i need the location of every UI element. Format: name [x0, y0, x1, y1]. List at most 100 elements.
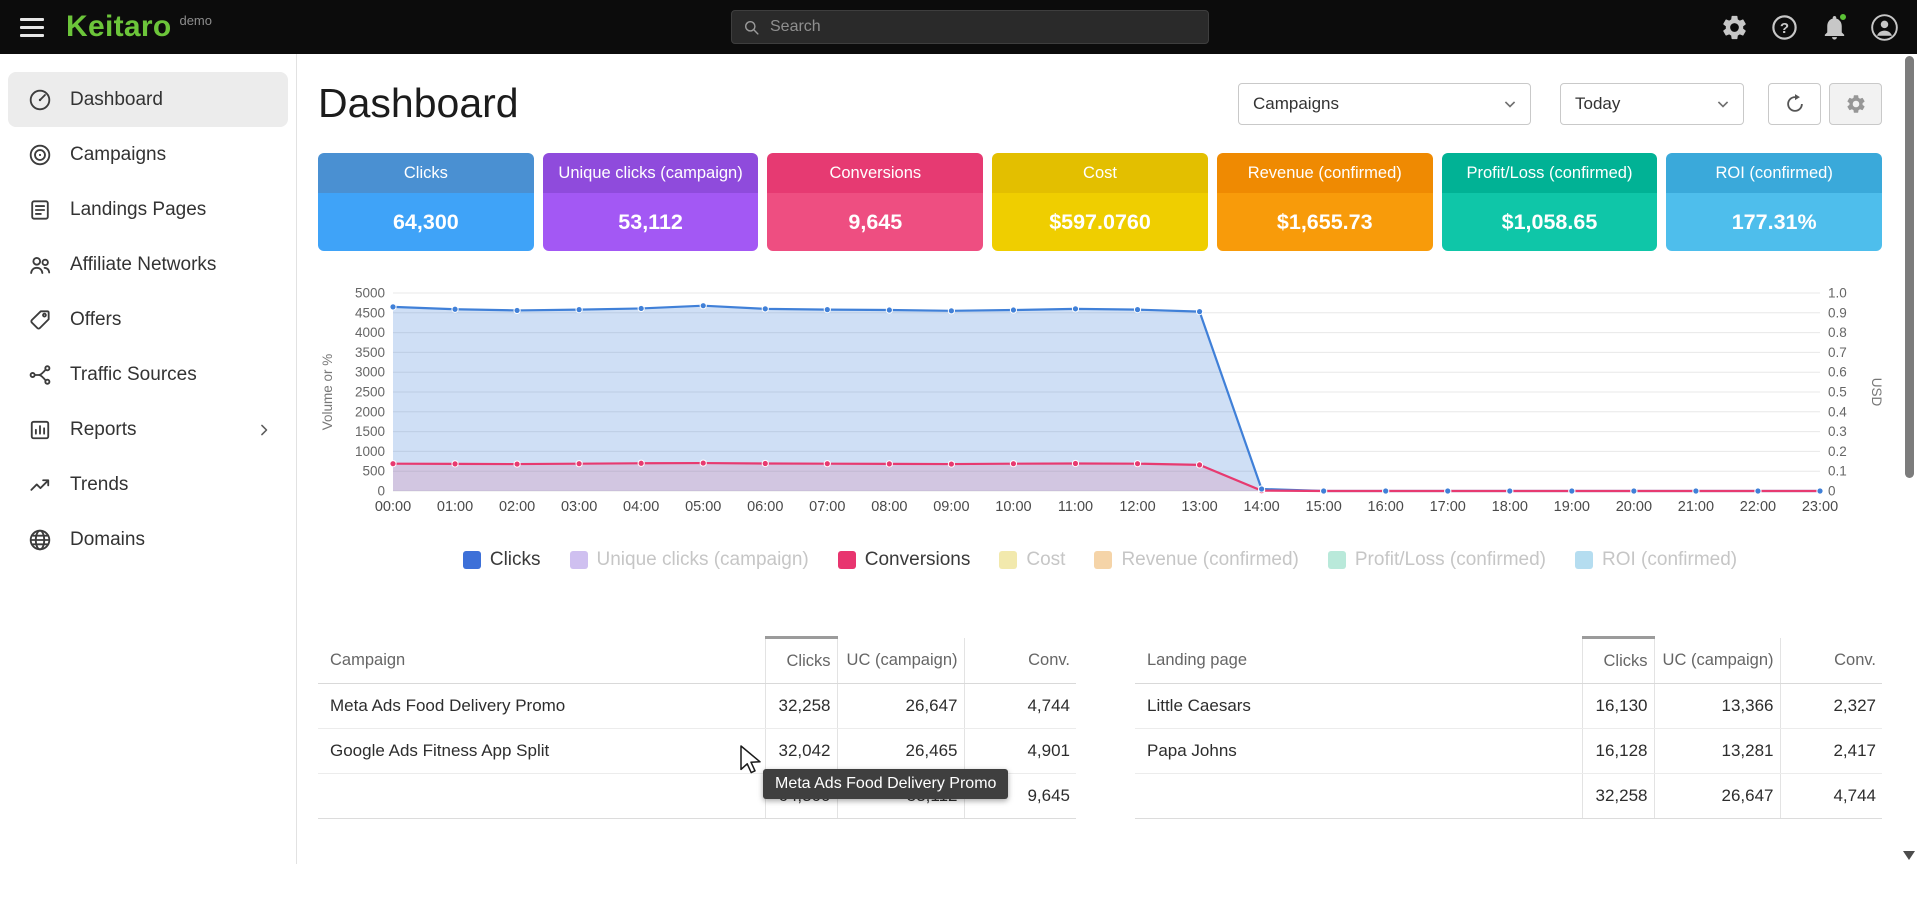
metric-cards: Clicks 64,300 Unique clicks (campaign) 5…	[318, 153, 1882, 251]
scrollbar-thumb[interactable]	[1905, 56, 1914, 478]
campaign-row[interactable]: Google Ads Fitness App Split 32,042 26,4…	[318, 729, 1076, 774]
landing-name-cell[interactable]: Papa Johns	[1135, 729, 1582, 774]
metric-card-revenue[interactable]: Revenue (confirmed) $1,655.73	[1217, 153, 1433, 251]
campaign-clicks-cell: 32,258	[765, 684, 837, 729]
global-search[interactable]	[731, 10, 1209, 44]
metric-card-conversions[interactable]: Conversions 9,645	[767, 153, 983, 251]
sidebar-item-landings-pages[interactable]: Landings Pages	[8, 182, 288, 237]
svg-text:0.8: 0.8	[1828, 325, 1847, 340]
date-range-select[interactable]: Today	[1560, 83, 1744, 125]
svg-text:3000: 3000	[355, 365, 385, 380]
help-button[interactable]: ?	[1770, 13, 1799, 42]
totals-empty-cell	[318, 774, 765, 819]
metric-card-roi[interactable]: ROI (confirmed) 177.31%	[1666, 153, 1882, 251]
metric-card-profit-loss[interactable]: Profit/Loss (confirmed) $1,058.65	[1442, 153, 1658, 251]
notifications-button[interactable]	[1820, 13, 1849, 42]
search-input[interactable]	[770, 18, 1198, 36]
keitaro-logo[interactable]: Keitaro demo	[66, 12, 212, 42]
chevron-right-icon	[254, 420, 274, 440]
account-button[interactable]	[1870, 13, 1899, 42]
refresh-button[interactable]	[1768, 83, 1821, 125]
svg-text:0.6: 0.6	[1828, 365, 1847, 380]
legend-item-revenue[interactable]: Revenue (confirmed)	[1094, 549, 1298, 571]
sidebar-item-domains[interactable]: Domains	[8, 512, 288, 567]
legend-item-roi[interactable]: ROI (confirmed)	[1575, 549, 1737, 571]
campaign-name-cell[interactable]: Google Ads Fitness App Split	[318, 729, 765, 774]
metric-label: Clicks	[318, 153, 534, 193]
sidebar-item-traffic-sources[interactable]: Traffic Sources	[8, 347, 288, 402]
campaigns-header-clicks[interactable]: Clicks	[765, 638, 837, 684]
sidebar-item-campaigns[interactable]: Campaigns	[8, 127, 288, 182]
menu-toggle-button[interactable]	[20, 18, 46, 37]
metric-value: 177.31%	[1666, 193, 1882, 251]
logo-demo-badge: demo	[179, 13, 212, 28]
landings-header-uc[interactable]: UC (campaign)	[1654, 638, 1780, 684]
notification-dot	[1838, 12, 1848, 22]
legend-item-profit-loss[interactable]: Profit/Loss (confirmed)	[1328, 549, 1546, 571]
landing-name-cell[interactable]: Little Caesars	[1135, 684, 1582, 729]
landing-row[interactable]: Little Caesars 16,130 13,366 2,327	[1135, 684, 1882, 729]
legend-item-unique-clicks[interactable]: Unique clicks (campaign)	[570, 549, 809, 571]
svg-text:23:00: 23:00	[1802, 499, 1838, 515]
legend-item-clicks[interactable]: Clicks	[463, 549, 541, 571]
metric-value: $597.0760	[992, 193, 1208, 251]
page-title: Dashboard	[318, 80, 519, 127]
campaigns-header-campaign[interactable]: Campaign	[318, 638, 765, 684]
landings-header-landing-page[interactable]: Landing page	[1135, 638, 1582, 684]
affiliate-networks-icon	[27, 252, 53, 278]
chevron-down-icon	[1713, 94, 1733, 114]
metric-card-cost[interactable]: Cost $597.0760	[992, 153, 1208, 251]
campaigns-header-uc[interactable]: UC (campaign)	[837, 638, 964, 684]
svg-text:14:00: 14:00	[1243, 499, 1279, 515]
legend-swatch	[1575, 551, 1593, 569]
campaign-clicks-cell: 32,042	[765, 729, 837, 774]
svg-text:13:00: 13:00	[1181, 499, 1217, 515]
sidebar-item-label: Dashboard	[70, 89, 163, 111]
svg-text:0.1: 0.1	[1828, 464, 1847, 479]
svg-text:05:00: 05:00	[685, 499, 721, 515]
sidebar-item-label: Domains	[70, 529, 145, 551]
domains-icon	[27, 527, 53, 553]
svg-text:02:00: 02:00	[499, 499, 535, 515]
metric-value: 53,112	[543, 193, 759, 251]
landings-header-clicks[interactable]: Clicks	[1582, 638, 1654, 684]
svg-text:0.3: 0.3	[1828, 424, 1847, 439]
svg-text:3500: 3500	[355, 345, 385, 360]
campaign-name-cell[interactable]: Meta Ads Food Delivery Promo	[318, 684, 765, 729]
summary-tables: Campaign Clicks UC (campaign) Conv. Meta…	[318, 636, 1882, 819]
metric-value: $1,655.73	[1217, 193, 1433, 251]
dashboard-settings-button[interactable]	[1829, 83, 1882, 125]
group-by-select[interactable]: Campaigns	[1238, 83, 1531, 125]
landings-header-conv[interactable]: Conv.	[1780, 638, 1882, 684]
metric-label: Profit/Loss (confirmed)	[1442, 153, 1658, 193]
legend-label: Revenue (confirmed)	[1121, 549, 1298, 571]
legend-item-conversions[interactable]: Conversions	[838, 549, 971, 571]
svg-text:07:00: 07:00	[809, 499, 845, 515]
sidebar-item-offers[interactable]: Offers	[8, 292, 288, 347]
legend-item-cost[interactable]: Cost	[999, 549, 1065, 571]
page-scrollbar[interactable]	[1902, 54, 1917, 864]
svg-text:4000: 4000	[355, 325, 385, 340]
campaign-row[interactable]: Meta Ads Food Delivery Promo 32,258 26,6…	[318, 684, 1076, 729]
hover-tooltip: Meta Ads Food Delivery Promo	[763, 769, 1008, 799]
sidebar-item-dashboard[interactable]: Dashboard	[8, 72, 288, 127]
metric-card-unique-clicks[interactable]: Unique clicks (campaign) 53,112	[543, 153, 759, 251]
settings-gear-button[interactable]	[1720, 13, 1749, 42]
sidebar-item-label: Landings Pages	[70, 199, 206, 221]
svg-text:5000: 5000	[355, 286, 385, 301]
sidebar-item-reports[interactable]: Reports	[8, 402, 288, 457]
search-icon	[742, 18, 761, 37]
legend-label: ROI (confirmed)	[1602, 549, 1737, 571]
sidebar-item-trends[interactable]: Trends	[8, 457, 288, 512]
metric-card-clicks[interactable]: Clicks 64,300	[318, 153, 534, 251]
sidebar-item-affiliate-networks[interactable]: Affiliate Networks	[8, 237, 288, 292]
legend-label: Cost	[1026, 549, 1065, 571]
campaigns-header-conv[interactable]: Conv.	[964, 638, 1076, 684]
metric-label: Cost	[992, 153, 1208, 193]
svg-text:01:00: 01:00	[437, 499, 473, 515]
scrollbar-down-arrow[interactable]	[1903, 851, 1915, 860]
svg-text:1500: 1500	[355, 424, 385, 439]
landing-row[interactable]: Papa Johns 16,128 13,281 2,417	[1135, 729, 1882, 774]
svg-text:12:00: 12:00	[1119, 499, 1155, 515]
svg-text:0: 0	[1828, 484, 1836, 499]
